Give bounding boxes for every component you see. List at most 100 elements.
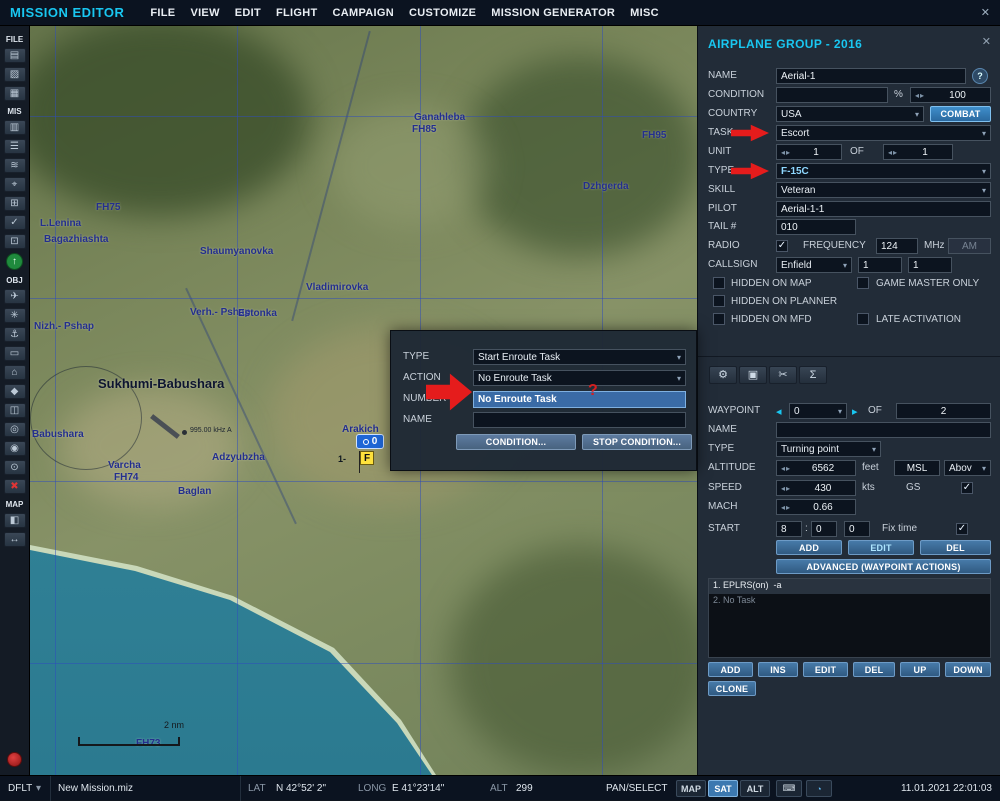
action-add-button[interactable]: ADD <box>708 662 753 677</box>
late-activation-checkbox[interactable] <box>857 313 869 325</box>
modulation-select[interactable]: AM <box>948 238 991 254</box>
condition-input[interactable] <box>776 87 888 103</box>
dialog-name-input[interactable] <box>473 412 686 428</box>
open-mission-icon[interactable]: ▨ <box>4 67 26 82</box>
tab-summary[interactable]: Σ <box>799 366 827 384</box>
callsign-select[interactable]: Enfield▾ <box>776 257 852 273</box>
unit-total-stepper[interactable]: ◂▸1 <box>883 144 953 160</box>
game-master-only-checkbox[interactable] <box>857 277 869 289</box>
altitude-mode-select[interactable]: Abov▾ <box>944 460 991 476</box>
keyboard-icon[interactable]: ⌨ <box>776 780 802 797</box>
advanced-actions-button[interactable]: ADVANCED (WAYPOINT ACTIONS) <box>776 559 991 574</box>
measure-distance-icon[interactable]: ↔ <box>4 532 26 547</box>
waypoint-actions-list[interactable]: 1. EPLRS(on) -a 2. No Task <box>708 578 991 658</box>
menu-mission-generator[interactable]: MISSION GENERATOR <box>491 7 615 19</box>
group-flag[interactable]: F <box>360 451 374 465</box>
menu-customize[interactable]: CUSTOMIZE <box>409 7 476 19</box>
altitude-ref-box[interactable]: MSL <box>894 460 940 476</box>
ship-group-icon[interactable]: ⚓ <box>4 327 26 342</box>
menu-misc[interactable]: MISC <box>630 7 659 19</box>
tab-payload[interactable]: ▣ <box>739 366 767 384</box>
action-edit-button[interactable]: EDIT <box>803 662 848 677</box>
profile-select[interactable]: DFLT <box>8 783 32 794</box>
waypoint-add-button[interactable]: ADD <box>776 540 842 555</box>
stepper-arrows-icon[interactable]: ◂▸ <box>915 91 925 100</box>
mach-stepper[interactable]: ◂▸0.66 <box>776 499 856 515</box>
briefing-icon[interactable]: ▥ <box>4 120 26 135</box>
stop-condition-button[interactable]: STOP CONDITION... <box>582 434 692 450</box>
menu-campaign[interactable]: CAMPAIGN <box>333 7 394 19</box>
initial-point-icon[interactable]: ⊙ <box>4 460 26 475</box>
hidden-on-map-checkbox[interactable] <box>713 277 725 289</box>
stepper-arrows-icon[interactable]: ◂▸ <box>781 484 791 493</box>
static-object-icon[interactable]: ⌂ <box>4 365 26 380</box>
fix-time-checkbox[interactable]: ✓ <box>956 523 968 535</box>
gs-checkbox[interactable]: ✓ <box>961 482 973 494</box>
goal-icon[interactable]: ⌖ <box>4 177 26 192</box>
altitude-stepper[interactable]: ◂▸6562 <box>776 460 856 476</box>
save-mission-icon[interactable]: ▦ <box>4 86 26 101</box>
dialog-type-select[interactable]: Start Enroute Task▾ <box>473 349 686 365</box>
callsign-flight-input[interactable] <box>858 257 902 273</box>
waypoint-edit-button[interactable]: EDIT <box>848 540 914 555</box>
stepper-arrows-icon[interactable]: ◂▸ <box>781 148 791 157</box>
menu-flight[interactable]: FLIGHT <box>276 7 318 19</box>
launch-mission-icon[interactable]: ↑ <box>6 253 23 270</box>
hidden-on-planner-checkbox[interactable] <box>713 295 725 307</box>
delete-object-icon[interactable]: ✖ <box>4 479 26 494</box>
waypoint-index-select[interactable]: 0▾ <box>789 403 847 419</box>
alt-view-button[interactable]: ALT <box>740 780 770 797</box>
prev-waypoint-icon[interactable]: ◂ <box>776 405 782 418</box>
airfield-icon[interactable]: ◫ <box>4 403 26 418</box>
tail-number-input[interactable] <box>776 219 856 235</box>
waypoint-name-input[interactable] <box>776 422 991 438</box>
task-select[interactable]: Escort▾ <box>776 125 991 141</box>
frequency-input[interactable] <box>876 238 918 254</box>
stepper-arrows-icon[interactable]: ◂▸ <box>781 503 791 512</box>
country-select[interactable]: USA▾ <box>776 106 924 122</box>
waypoint-del-button[interactable]: DEL <box>920 540 991 555</box>
aircraft-type-select[interactable]: F-15C▾ <box>776 163 991 179</box>
weather-icon[interactable]: ≋ <box>4 158 26 173</box>
vehicle-group-icon[interactable]: ▭ <box>4 346 26 361</box>
speed-stepper[interactable]: ◂▸430 <box>776 480 856 496</box>
action-down-button[interactable]: DOWN <box>945 662 991 677</box>
tab-triggered-actions[interactable]: ✂ <box>769 366 797 384</box>
skill-select[interactable]: Veteran▾ <box>776 182 991 198</box>
dialog-action-select[interactable]: No Enroute Task▾ <box>473 370 686 386</box>
template-icon[interactable]: ◆ <box>4 384 26 399</box>
start-minutes-input[interactable] <box>811 521 837 537</box>
clock-icon[interactable]: ◔ <box>806 780 832 797</box>
hidden-on-mfd-checkbox[interactable] <box>713 313 725 325</box>
helicopter-group-icon[interactable]: ✳ <box>4 308 26 323</box>
condition-button[interactable]: CONDITION... <box>456 434 576 450</box>
map-layers-icon[interactable]: ◧ <box>4 513 26 528</box>
radio-checkbox[interactable]: ✓ <box>776 240 788 252</box>
checklist-icon[interactable]: ✓ <box>4 215 26 230</box>
new-mission-icon[interactable]: ▤ <box>4 48 26 63</box>
group-name-input[interactable] <box>776 68 966 84</box>
bullseye-icon[interactable]: ◉ <box>4 441 26 456</box>
tab-route[interactable]: ⚙ <box>709 366 737 384</box>
mission-list-icon[interactable]: ☰ <box>4 139 26 154</box>
action-ins-button[interactable]: INS <box>758 662 798 677</box>
action-list-item[interactable]: 2. No Task <box>709 594 990 609</box>
menu-file[interactable]: FILE <box>150 7 175 19</box>
unit-count-stepper[interactable]: ◂▸1 <box>776 144 842 160</box>
generator-icon[interactable]: ⊞ <box>4 196 26 211</box>
pilot-input[interactable] <box>776 201 991 217</box>
callsign-number-input[interactable] <box>908 257 952 273</box>
stepper-arrows-icon[interactable]: ◂▸ <box>781 464 791 473</box>
dropdown-option-selected[interactable]: No Enroute Task <box>473 391 686 408</box>
help-button[interactable]: ? <box>972 68 988 84</box>
action-up-button[interactable]: UP <box>900 662 940 677</box>
menu-edit[interactable]: EDIT <box>235 7 261 19</box>
zone-icon[interactable]: ◎ <box>4 422 26 437</box>
menu-view[interactable]: VIEW <box>190 7 219 19</box>
action-list-item[interactable]: 1. EPLRS(on) -a <box>709 579 990 594</box>
stepper-arrows-icon[interactable]: ◂▸ <box>888 148 898 157</box>
airplane-group-icon[interactable]: ✈ <box>4 289 26 304</box>
combat-button[interactable]: COMBAT <box>930 106 991 122</box>
options-icon[interactable]: ⊡ <box>4 234 26 249</box>
next-waypoint-icon[interactable]: ▸ <box>852 405 858 418</box>
